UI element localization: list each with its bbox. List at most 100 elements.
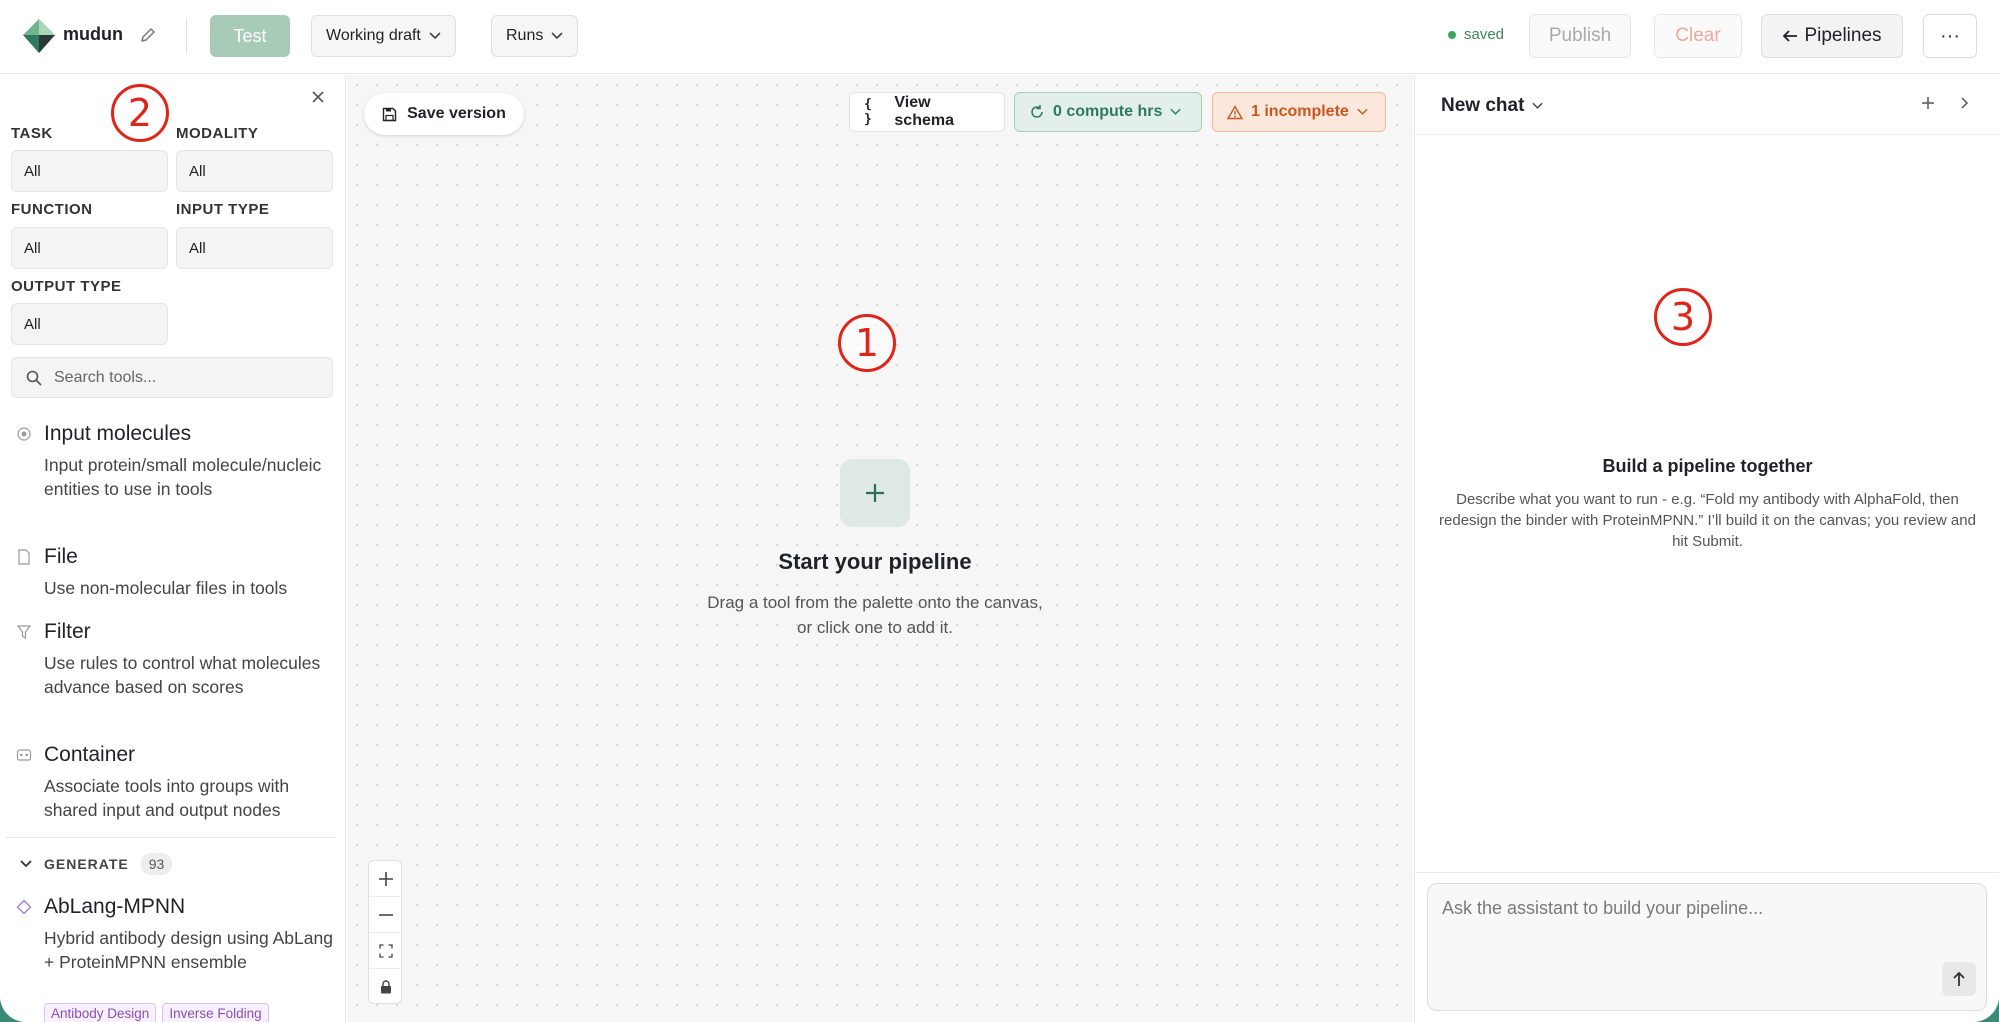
clear-button[interactable]: Clear [1654, 14, 1742, 58]
chat-title: New chat [1441, 95, 1525, 116]
container-icon [16, 749, 32, 761]
zoom-in-button[interactable] [369, 861, 403, 897]
tool-search[interactable] [11, 357, 333, 398]
compute-hours-label: 0 compute hrs [1053, 103, 1163, 120]
radio-dot-icon [17, 427, 31, 441]
annotation-marker-3: 3 [1654, 288, 1712, 346]
save-icon [382, 107, 397, 121]
chat-composer [1427, 883, 1987, 1011]
lock-button[interactable] [369, 969, 403, 1005]
more-options-button[interactable]: ··· [1923, 14, 1977, 58]
close-icon[interactable] [310, 89, 326, 105]
save-status: saved [1448, 26, 1504, 43]
save-version-button[interactable]: Save version [364, 93, 524, 135]
tool-filter[interactable]: Filter Use rules to control what molecul… [16, 620, 332, 730]
braces-icon: { } [864, 97, 872, 127]
pipelines-label: Pipelines [1804, 25, 1882, 46]
save-version-label: Save version [407, 105, 506, 122]
empty-state-description: Drag a tool from the palette onto the ca… [707, 593, 1043, 637]
divider [186, 18, 187, 54]
section-divider [6, 837, 336, 838]
diamond-icon [16, 899, 32, 915]
tool-tags: Antibody Design Inverse Folding [44, 1003, 269, 1022]
file-icon [18, 549, 30, 565]
tool-palette: TASK All MODALITY All FUNCTION All INPUT… [0, 75, 346, 1022]
tool-name: Filter [44, 620, 91, 643]
warning-icon [1227, 104, 1243, 119]
section-generate-header[interactable]: GENERATE 93 [20, 853, 173, 875]
tool-input-molecules[interactable]: Input molecules Input protein/small mole… [16, 422, 332, 532]
logo-icon [23, 19, 55, 53]
app-name: mudun [63, 24, 123, 44]
tool-description: Use rules to control what molecules adva… [44, 653, 321, 697]
working-draft-label: Working draft [326, 27, 421, 44]
filter-icon [16, 625, 32, 640]
zoom-out-button[interactable] [369, 897, 403, 933]
chat-selector[interactable]: New chat [1441, 95, 1544, 117]
send-button[interactable] [1942, 962, 1976, 996]
input-type-filter-select[interactable]: All [176, 227, 333, 269]
new-chat-plus-icon[interactable] [1919, 94, 1937, 112]
modality-filter-select[interactable]: All [176, 150, 333, 192]
chevron-down-icon [1170, 108, 1181, 115]
tool-container[interactable]: Container Associate tools into groups wi… [16, 743, 332, 829]
fit-view-icon [379, 943, 393, 958]
tool-name: File [44, 545, 78, 568]
tag-badge: Antibody Design [44, 1003, 157, 1022]
tool-name: Container [44, 743, 136, 766]
runs-dropdown[interactable]: Runs [491, 15, 579, 57]
chevron-down-icon [1357, 108, 1368, 115]
search-icon [26, 370, 42, 386]
tool-file[interactable]: File Use non-molecular files in tools [16, 545, 332, 607]
assistant-chat-panel: New chat Build a pipeline together Descr… [1414, 75, 1999, 1022]
function-filter-select[interactable]: All [11, 227, 168, 269]
tool-name: AbLang-MPNN [44, 895, 186, 918]
search-input[interactable] [54, 368, 314, 387]
chat-header: New chat [1415, 75, 1999, 135]
tool-description: Input protein/small molecule/nucleic ent… [44, 455, 322, 499]
view-schema-label: View schema [894, 94, 954, 129]
annotation-marker-1: 1 [838, 314, 896, 372]
add-tool-button[interactable] [840, 459, 910, 527]
compute-hours-dropdown[interactable]: 0 compute hrs [1014, 92, 1202, 132]
tool-name: Input molecules [44, 422, 192, 445]
task-filter-select[interactable]: All [11, 150, 168, 192]
chat-input[interactable] [1428, 884, 1986, 1010]
pipeline-canvas[interactable]: Save version { } View schema 0 compute h… [347, 75, 1413, 1022]
task-filter-label: TASK [11, 125, 53, 142]
output-type-filter-select[interactable]: All [11, 303, 168, 345]
top-bar: mudun Test Working draft Runs saved Publ… [0, 0, 1999, 74]
chat-empty-description: Describe what you want to run - e.g. “Fo… [1439, 491, 1976, 550]
chat-empty-title: Build a pipeline together [1602, 456, 1813, 476]
arrow-left-icon [1783, 30, 1798, 42]
input-type-filter-label: INPUT TYPE [176, 201, 270, 218]
chevron-down-icon [1532, 102, 1544, 109]
chevron-right-icon[interactable] [1955, 94, 1973, 112]
chevron-down-icon [429, 32, 441, 40]
working-draft-dropdown[interactable]: Working draft [311, 15, 456, 57]
pencil-icon[interactable] [138, 25, 158, 45]
test-button[interactable]: Test [210, 15, 290, 57]
zoom-controls [368, 860, 403, 1005]
view-schema-button[interactable]: { } View schema [849, 92, 1005, 132]
tool-description: Use non-molecular files in tools [44, 578, 288, 598]
output-type-filter-label: OUTPUT TYPE [11, 278, 122, 295]
publish-button[interactable]: Publish [1529, 14, 1631, 58]
plus-icon [379, 871, 393, 886]
saved-label: saved [1464, 26, 1505, 43]
fit-view-button[interactable] [369, 933, 403, 969]
minus-icon [379, 913, 393, 916]
tag-badge: Inverse Folding [162, 1003, 269, 1022]
annotation-marker-2: 2 [111, 84, 169, 142]
chevron-down-icon [551, 32, 563, 40]
chat-input-divider [1415, 872, 1999, 873]
status-dot-icon [1448, 30, 1456, 39]
tool-description: Associate tools into groups with shared … [44, 776, 290, 820]
arrow-up-icon [1953, 971, 1965, 986]
plus-icon [866, 484, 884, 502]
function-filter-label: FUNCTION [11, 201, 93, 218]
tool-description: Hybrid antibody design using AbLang + Pr… [44, 928, 333, 972]
pipelines-button[interactable]: Pipelines [1761, 14, 1903, 58]
incomplete-dropdown[interactable]: 1 incomplete [1212, 92, 1386, 132]
app-window: mudun Test Working draft Runs saved Publ… [0, 0, 1999, 1022]
